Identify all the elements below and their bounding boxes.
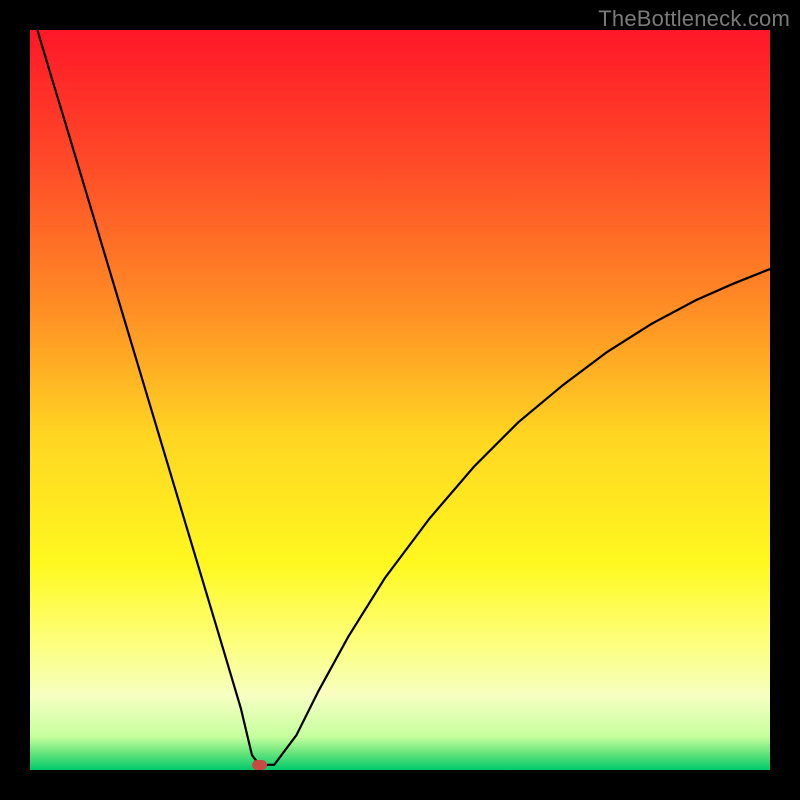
plot-area: [30, 30, 770, 770]
curve-layer: [30, 30, 770, 770]
watermark-text: TheBottleneck.com: [598, 6, 790, 32]
bottleneck-curve: [37, 30, 770, 765]
chart-frame: TheBottleneck.com: [0, 0, 800, 800]
optimum-marker: [252, 760, 267, 770]
